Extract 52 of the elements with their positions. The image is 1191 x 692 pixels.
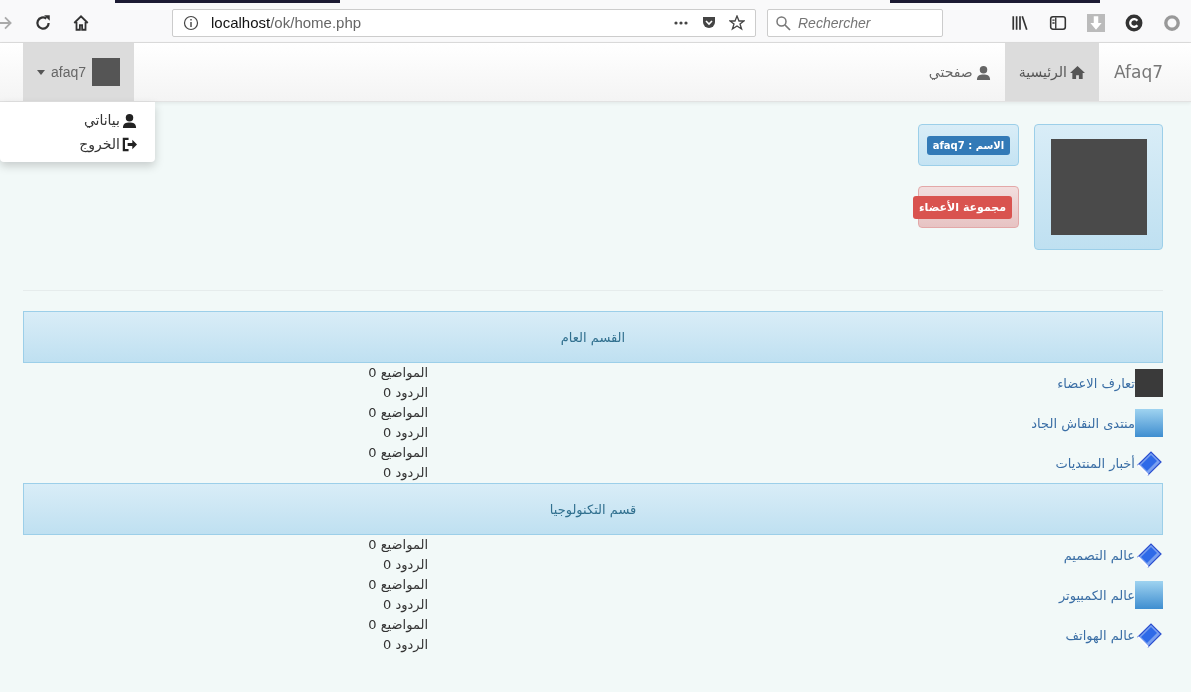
logout-icon xyxy=(122,136,137,152)
library-icon[interactable] xyxy=(1011,13,1029,32)
forum-link[interactable]: عالم الكمبيوتر xyxy=(1058,587,1135,603)
star-icon[interactable] xyxy=(729,14,745,31)
dropdown-item[interactable]: الخروج xyxy=(0,132,155,156)
search-field[interactable]: Rechercher xyxy=(767,8,943,37)
topics-count: المواضيع 0 xyxy=(368,576,428,595)
topics-count: المواضيع 0 xyxy=(368,444,428,463)
brand-link[interactable]: Afaq7 xyxy=(1098,43,1178,101)
forum-photo-placeholder xyxy=(1135,369,1163,397)
reload-icon[interactable] xyxy=(34,13,52,32)
replies-count: الردود 0 xyxy=(382,596,428,615)
nav-link[interactable]: صفحتي xyxy=(914,43,1005,101)
home-icon[interactable] xyxy=(72,13,90,32)
info-icon[interactable] xyxy=(183,14,199,31)
replies-count: الردود 0 xyxy=(382,636,428,655)
caret-icon xyxy=(37,69,45,75)
book-icon xyxy=(1135,449,1163,477)
nav-link[interactable]: الرئيسية xyxy=(1004,43,1099,101)
topics-count: المواضيع 0 xyxy=(368,364,428,383)
group-label: مجموعة الأعضاء xyxy=(913,195,1013,219)
forum-link[interactable]: عالم التصميم xyxy=(1063,547,1135,563)
user-icon xyxy=(122,112,137,128)
forum-link[interactable]: تعارف الاعضاء xyxy=(1057,375,1135,391)
forum-link[interactable]: عالم الهواتف xyxy=(1065,627,1135,643)
book-icon xyxy=(1135,541,1163,569)
replies-count: الردود 0 xyxy=(382,424,428,443)
forum-image-placeholder xyxy=(1135,409,1163,437)
address-bar[interactable]: localhost/ok/home.php xyxy=(172,8,756,37)
dropdown-item[interactable]: بياناتي xyxy=(0,108,155,132)
sidebar-icon[interactable] xyxy=(1049,13,1067,32)
topics-count: المواضيع 0 xyxy=(368,616,428,635)
avatar-photo-placeholder xyxy=(92,58,121,86)
topics-count: المواضيع 0 xyxy=(368,404,428,423)
replies-count: الردود 0 xyxy=(382,464,428,483)
section-title: القسم العام xyxy=(560,329,626,345)
circle-c-icon[interactable] xyxy=(1125,13,1143,32)
user-menu-button[interactable]: afaq7 xyxy=(23,43,135,101)
shield-icon[interactable] xyxy=(701,14,717,31)
home-icon xyxy=(1069,64,1085,80)
replies-count: الردود 0 xyxy=(382,384,428,403)
name-label: الاسم : afaq7 xyxy=(926,135,1011,155)
forum-image-placeholder xyxy=(1135,581,1163,609)
user-icon xyxy=(975,64,991,80)
ring-icon[interactable] xyxy=(1163,13,1181,32)
forum-link[interactable]: منتدى النقاش الجاد xyxy=(1031,415,1135,431)
topics-count: المواضيع 0 xyxy=(368,536,428,555)
url-text: localhost/ok/home.php xyxy=(211,14,362,31)
replies-count: الردود 0 xyxy=(382,556,428,575)
book-icon xyxy=(1135,621,1163,649)
section-title: قسم التكنولوجيا xyxy=(549,501,637,517)
forum-link[interactable]: أخبار المنتديات xyxy=(1055,455,1135,471)
